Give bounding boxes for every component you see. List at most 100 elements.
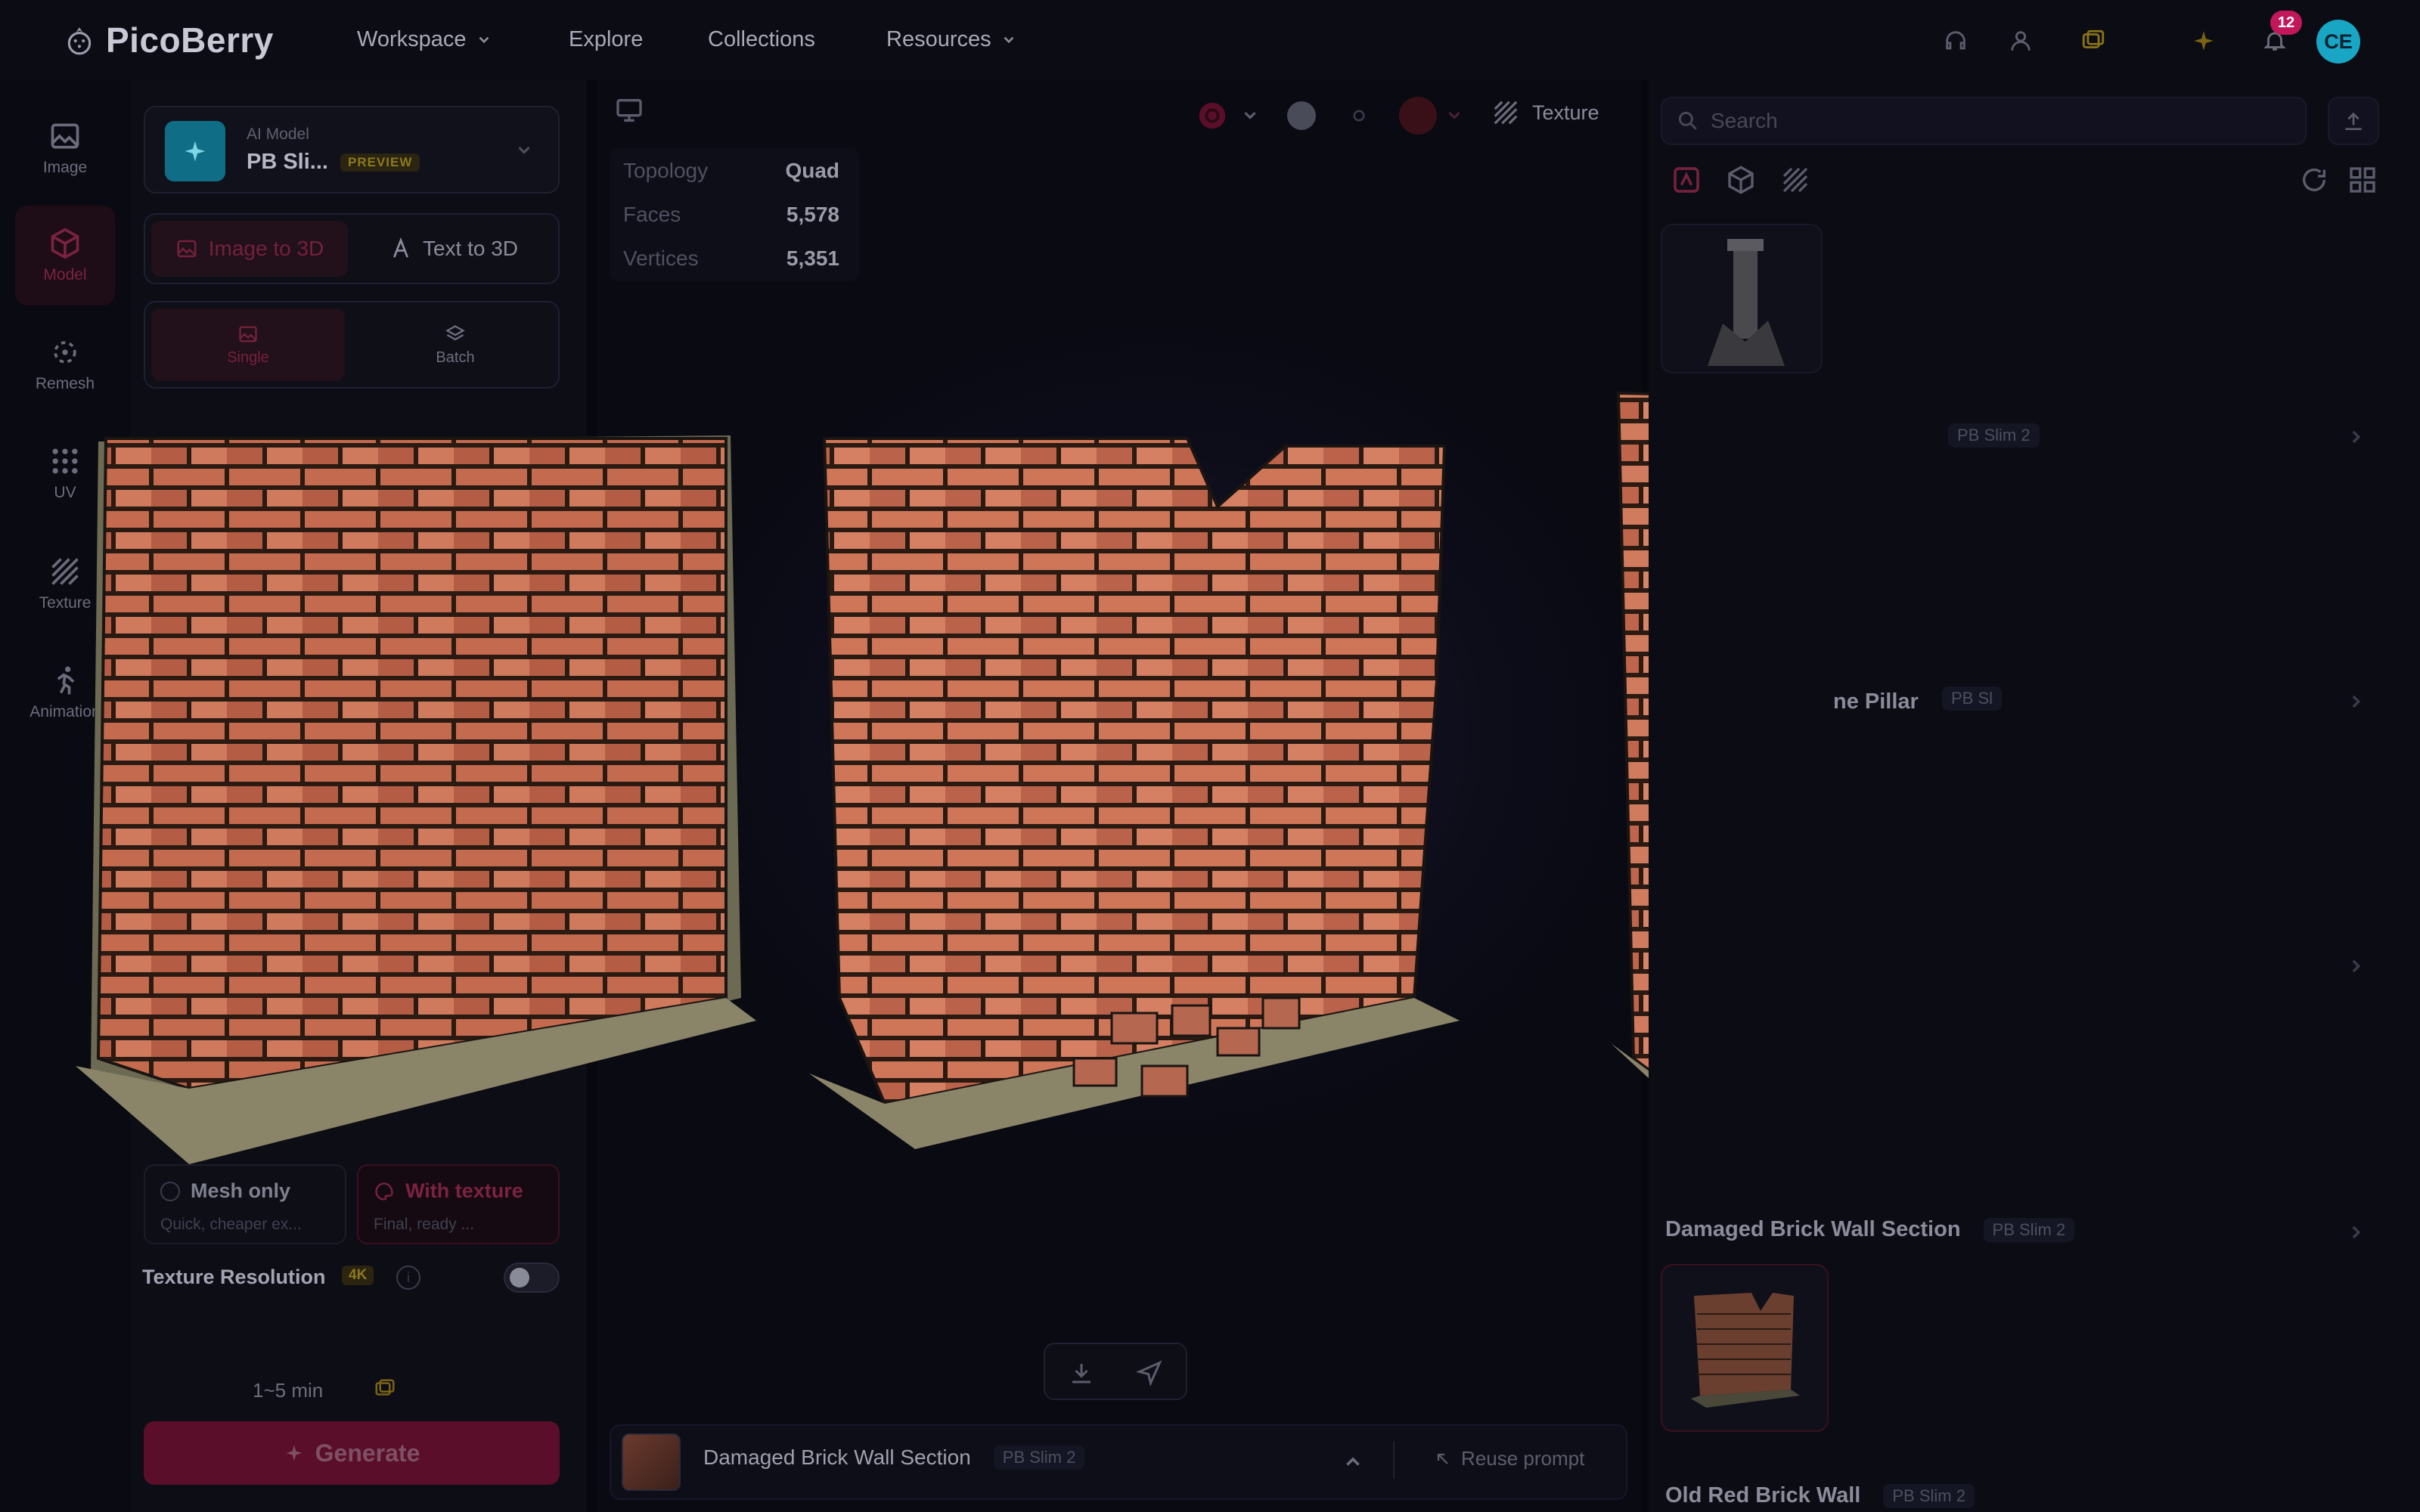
radio-icon xyxy=(160,1181,180,1201)
sparkle-icon xyxy=(286,1445,302,1461)
asset-row-damaged-wall[interactable]: Damaged Brick Wall Section PB Slim 2 xyxy=(1665,1217,2075,1242)
rail-item-label: Model xyxy=(43,266,87,284)
sparkle-icon[interactable] xyxy=(2189,26,2219,56)
download-icon[interactable] xyxy=(1068,1359,1095,1387)
upload-button[interactable] xyxy=(2328,97,2379,145)
nav-workspace[interactable]: Workspace xyxy=(357,27,492,52)
preview-badge: PREVIEW xyxy=(340,153,420,172)
chevron-down-icon[interactable] xyxy=(1444,106,1464,125)
model-tag: PB Sl xyxy=(1942,686,2003,711)
stat-label: Vertices xyxy=(623,246,699,270)
rail-item-remesh[interactable]: Remesh xyxy=(15,314,115,414)
stat-value: 5,351 xyxy=(786,246,839,270)
reuse-prompt-button[interactable]: Reuse prompt xyxy=(1434,1447,1584,1470)
asset-thumbnail-selected[interactable] xyxy=(1661,1264,1829,1432)
material-sphere-icon[interactable] xyxy=(1287,101,1316,130)
option-title: Mesh only xyxy=(191,1179,291,1202)
model-tag: PB Slim 2 xyxy=(1948,423,2040,448)
asset-name: Damaged Brick Wall Section xyxy=(703,1445,971,1469)
wall-model-intact xyxy=(76,435,756,1164)
send-icon[interactable] xyxy=(1136,1359,1163,1387)
stat-value: Quad xyxy=(785,159,839,182)
texture-icon xyxy=(1494,101,1518,125)
model-tag: PB Slim 2 xyxy=(1883,1483,1975,1508)
asset-thumbnail[interactable] xyxy=(622,1433,681,1491)
tab-label: Batch xyxy=(436,349,475,366)
image-icon xyxy=(51,123,79,149)
tab-image-to-3d[interactable]: Image to 3D xyxy=(151,221,348,277)
chevron-right-icon[interactable] xyxy=(2346,956,2367,977)
nav-resources-label: Resources xyxy=(886,27,991,51)
berry-logo-icon xyxy=(67,27,92,55)
tab-batch[interactable]: Batch xyxy=(358,308,552,381)
search-icon xyxy=(1678,111,1697,130)
color-swatch[interactable] xyxy=(1399,97,1437,135)
texture-resolution-toggle[interactable] xyxy=(504,1263,560,1293)
chevron-up-icon[interactable] xyxy=(1342,1450,1364,1473)
notification-badge: 12 xyxy=(2270,11,2302,35)
wall-render xyxy=(1691,1293,1800,1408)
texture-toggle-button[interactable]: Texture xyxy=(1491,98,1599,127)
asset-title: Damaged Brick Wall Section xyxy=(1665,1217,1961,1241)
search-input[interactable] xyxy=(1711,106,2285,136)
reuse-label: Reuse prompt xyxy=(1461,1447,1585,1470)
credits-icon[interactable] xyxy=(2078,26,2108,56)
nav-resources[interactable]: Resources xyxy=(886,27,1017,52)
nav-collections[interactable]: Collections xyxy=(708,27,815,52)
resolution-badge: 4K xyxy=(342,1266,374,1285)
user-icon[interactable] xyxy=(2006,26,2036,56)
light-icon[interactable] xyxy=(1348,104,1370,127)
chevron-right-icon[interactable] xyxy=(2346,691,2367,712)
tab-label: Single xyxy=(227,349,269,366)
cube-icon[interactable] xyxy=(1726,165,1756,195)
texture-label: Texture xyxy=(1532,101,1599,124)
chevron-right-icon[interactable] xyxy=(2346,1222,2367,1243)
asset-thumbnail[interactable] xyxy=(1661,224,1823,373)
refresh-icon[interactable] xyxy=(2299,165,2329,195)
layers-icon xyxy=(445,324,465,340)
texture-resolution-label: Texture Resolution xyxy=(142,1266,326,1288)
asset-title: ne Pillar xyxy=(1833,689,1919,714)
chevron-down-icon[interactable] xyxy=(1240,106,1260,125)
grid-view-icon[interactable] xyxy=(2347,165,2378,195)
remesh-icon xyxy=(54,341,76,364)
rail-item-image[interactable]: Image xyxy=(15,98,115,198)
credits-icon xyxy=(375,1379,395,1396)
info-icon[interactable]: i xyxy=(396,1266,420,1290)
arrow-up-left-icon xyxy=(1437,1453,1448,1464)
tab-single[interactable]: Single xyxy=(151,308,345,381)
texture-icon[interactable] xyxy=(1780,165,1810,195)
cube-icon xyxy=(51,228,79,259)
tab-label: Text to 3D xyxy=(422,237,519,260)
headset-icon[interactable] xyxy=(1941,26,1971,56)
palette-icon xyxy=(375,1182,393,1201)
logo[interactable]: PicoBerry xyxy=(64,20,274,60)
monitor-icon[interactable] xyxy=(614,95,644,125)
nav-workspace-label: Workspace xyxy=(357,27,467,51)
generate-label: Generate xyxy=(315,1439,420,1467)
nav-explore[interactable]: Explore xyxy=(569,27,643,52)
model-tag: PB Slim 2 xyxy=(993,1445,1085,1470)
filter-all-icon[interactable] xyxy=(1671,165,1702,195)
chevron-down-icon xyxy=(479,36,489,43)
render-mode-icon[interactable] xyxy=(1195,98,1230,133)
chevron-down-icon xyxy=(518,146,530,154)
rail-item-model[interactable]: Model xyxy=(15,206,115,305)
tab-text-to-3d[interactable]: Text to 3D xyxy=(355,221,552,277)
rail-item-label: Image xyxy=(42,159,88,176)
avatar[interactable]: CE xyxy=(2316,20,2360,64)
generate-button[interactable]: Generate xyxy=(144,1421,560,1485)
asset-title: Old Red Brick Wall xyxy=(1665,1483,1861,1507)
model-caption: AI Model xyxy=(247,125,309,143)
wall-model-damaged xyxy=(809,437,1460,1149)
upload-icon xyxy=(2345,112,2362,130)
ai-model-icon xyxy=(165,121,225,181)
option-desc: Final, ready ... xyxy=(374,1216,475,1233)
model-name: PB Sli... xyxy=(247,150,328,174)
pillar-render xyxy=(1708,239,1785,366)
rail-item-label: UV xyxy=(54,484,76,501)
asset-row-old-red-wall[interactable]: Old Red Brick Wall PB Slim 2 xyxy=(1665,1483,1975,1508)
chevron-right-icon[interactable] xyxy=(2346,426,2367,448)
option-desc: Quick, cheaper ex... xyxy=(160,1216,302,1233)
nav-explore-label: Explore xyxy=(569,27,644,51)
